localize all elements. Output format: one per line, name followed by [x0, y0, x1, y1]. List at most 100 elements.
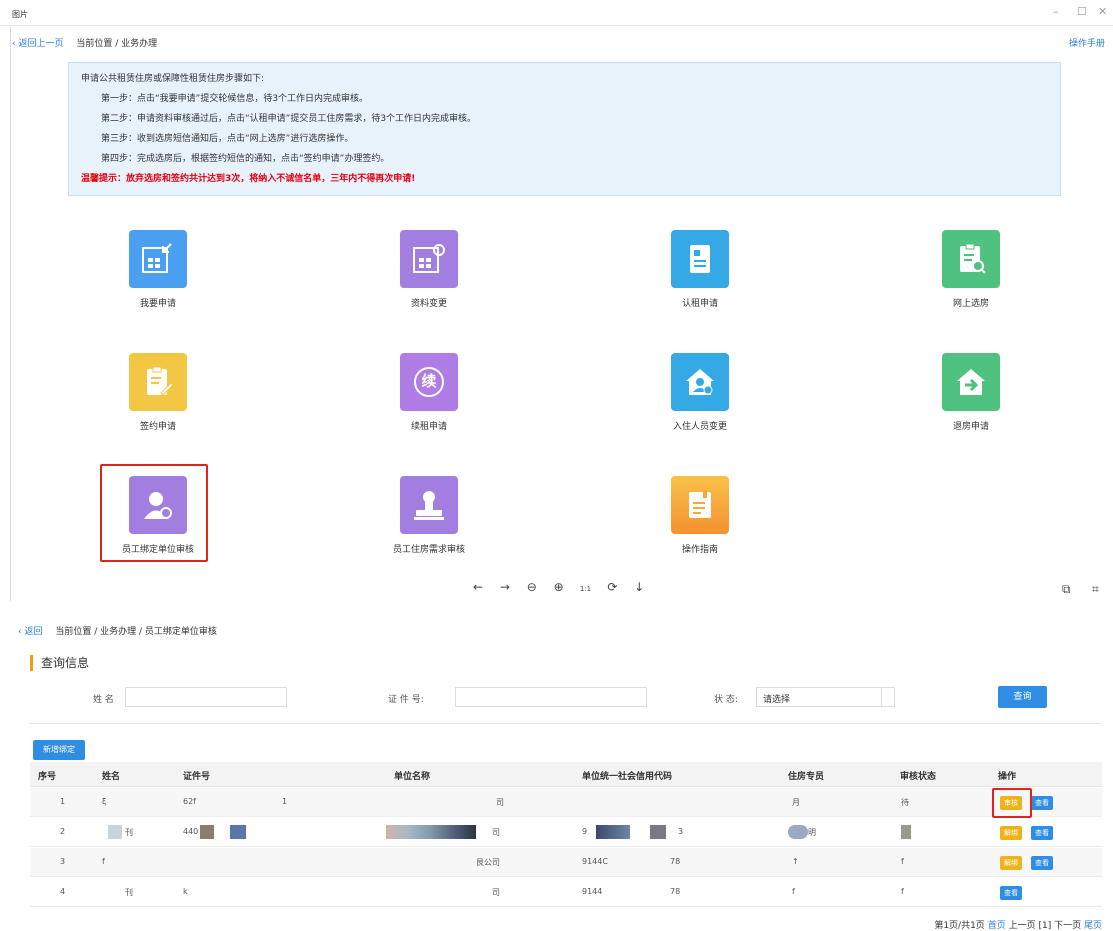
copy-icon[interactable]: ⧉ [1062, 582, 1071, 597]
tile-checkout[interactable]: 退房申请 [911, 353, 1031, 453]
tile-label: 续租申请 [410, 422, 447, 432]
notice-warning: 温馨提示：放弃选房和签约共计达到3次，将纳入不诚信名单，三年内不得再次申请! [81, 174, 416, 184]
viewer-toolbar: ← → ⊖ ⊕ 1:1 ⟳ ↓ [466, 580, 676, 604]
breadcrumb-path: 当前位置 / 业务办理 / 员工绑定单位审核 [55, 627, 217, 637]
cell-status: f [901, 857, 904, 866]
breadcrumb-path: 当前位置 / 业务办理 [76, 39, 158, 49]
title-bar: 图片 – ☐ ✕ [0, 0, 1113, 26]
cell-code-tail: 78 [670, 887, 681, 896]
id-input[interactable] [455, 687, 647, 707]
next-page-link[interactable]: 下一页 [1054, 921, 1081, 931]
pagination: 第1页/共1页 首页 上一页 [1] 下一页 尾页 [934, 918, 1102, 931]
search-button[interactable]: 查询 [998, 686, 1047, 708]
cell-unit: 司 [492, 828, 500, 837]
view-button[interactable]: 查看 [1000, 886, 1022, 900]
first-page-link[interactable]: 首页 [988, 921, 1006, 931]
redaction-blot [901, 825, 911, 839]
tile-rent-apply[interactable]: 认租申请 [640, 230, 760, 330]
cell-code-tail: 3 [678, 827, 684, 836]
renew-icon: 续 [400, 353, 458, 411]
rent-apply-icon [671, 230, 729, 288]
status-placeholder: 请选择 [763, 695, 791, 705]
name-label: 姓 名 [93, 695, 114, 705]
zoom-out-icon[interactable]: ⊖ [520, 580, 544, 594]
download-icon[interactable]: ↓ [627, 580, 651, 594]
divider [30, 723, 1102, 724]
table-row: 2 刊 440 司 9 3 明 解绑 查看 [30, 818, 1102, 847]
col-header: 操作 [998, 772, 1017, 782]
select-divider [881, 688, 882, 706]
col-header: 姓名 [102, 772, 121, 782]
zoom-in-icon[interactable]: ⊕ [547, 580, 571, 594]
unbind-button[interactable]: 解绑 [1000, 856, 1022, 870]
tile-label: 资料变更 [410, 299, 447, 309]
tile-label: 网上选房 [952, 299, 989, 309]
cell-no: 2 [60, 827, 66, 836]
view-button[interactable]: 查看 [1031, 796, 1053, 810]
back-link[interactable]: ‹ 返回 [18, 627, 42, 637]
tile-label: 入住人员变更 [672, 422, 727, 432]
actual-size-icon[interactable]: 1:1 [574, 585, 598, 593]
ocr-icon[interactable]: ⌗ [1092, 582, 1099, 597]
cell-code: 9144 [582, 887, 603, 896]
col-header: 住房专员 [788, 772, 825, 782]
tile-online-select[interactable]: 网上选房 [911, 230, 1031, 330]
tile-label: 退房申请 [952, 422, 989, 432]
cell-staff: 明 [808, 828, 816, 837]
next-arrow-icon[interactable]: → [493, 580, 517, 594]
renew-glyph: 续 [421, 372, 437, 390]
tile-label: 我要申请 [139, 299, 176, 309]
table-row: 1 ξ 62f 1 司 月 待 审核 查看 [30, 788, 1102, 817]
maximize-icon[interactable]: ☐ [1077, 5, 1087, 18]
name-input[interactable] [125, 687, 287, 707]
cell-no: 3 [60, 857, 66, 866]
table-header: 序号 姓名 证件号 单位名称 单位统一社会信用代码 住房专员 审核状态 操作 [30, 762, 1102, 787]
tile-guide[interactable]: 操作指南 [640, 476, 760, 576]
cell-code-tail: 78 [670, 857, 681, 866]
tile-label: 签约申请 [139, 422, 176, 432]
prev-arrow-icon[interactable]: ← [466, 580, 490, 594]
redaction-blot [200, 825, 214, 839]
breadcrumb: ‹ 返回 当前位置 / 业务办理 / 员工绑定单位审核 [18, 624, 217, 637]
rotate-icon[interactable]: ⟳ [600, 580, 624, 594]
tile-renew[interactable]: 续 续租申请 [369, 353, 489, 453]
minimize-icon[interactable]: – [1053, 5, 1059, 18]
view-button[interactable]: 查看 [1031, 856, 1053, 870]
tile-sign[interactable]: 签约申请 [98, 353, 218, 453]
cell-status: 待 [901, 798, 909, 807]
unbind-button[interactable]: 解绑 [1000, 826, 1022, 840]
tile-apply[interactable]: 我要申请 [98, 230, 218, 330]
close-icon[interactable]: ✕ [1098, 5, 1107, 18]
status-select[interactable]: 请选择 [756, 687, 895, 707]
current-page: [1] [1038, 921, 1052, 931]
col-header: 证件号 [183, 772, 211, 782]
query-section-title: 查询信息 [30, 655, 89, 671]
cell-name: 刊 [125, 888, 133, 897]
tile-data-change[interactable]: 资料变更 [369, 230, 489, 330]
add-binding-button[interactable]: 新增绑定 [33, 740, 85, 760]
view-button[interactable]: 查看 [1031, 826, 1053, 840]
manual-link[interactable]: 操作手册 [1069, 36, 1105, 49]
redaction-blot [230, 825, 246, 839]
cell-name: ξ [102, 797, 107, 806]
prev-page-link[interactable]: 上一页 [1009, 921, 1036, 931]
last-page-link[interactable]: 尾页 [1084, 921, 1102, 931]
cell-no: 1 [60, 797, 66, 806]
tile-resident-change[interactable]: 入住人员变更 [640, 353, 760, 453]
cell-unit: 艮公司 [476, 858, 500, 867]
tile-label: 员工住房需求审核 [392, 545, 465, 555]
cell-code: 9 [582, 827, 588, 836]
tile-label: 操作指南 [681, 545, 718, 555]
redaction-blot [596, 825, 630, 839]
cell-id-tail: 1 [282, 797, 288, 806]
tile-housing-demand[interactable]: 员工住房需求审核 [369, 476, 489, 576]
notice-step: 第一步：点击“我要申请”提交轮候信息，待3个工作日内完成审核。 [101, 94, 369, 104]
redaction-blot [788, 825, 808, 839]
back-link[interactable]: ‹ 返回上一页 [12, 39, 63, 49]
cell-name: 刊 [125, 828, 133, 837]
col-header: 序号 [38, 772, 57, 782]
cell-staff: f [792, 887, 795, 896]
cell-staff: ↑ [792, 857, 799, 866]
notice-step: 第四步：完成选房后，根据签约短信的通知，点击“签约申请”办理签约。 [101, 154, 390, 164]
id-label: 证 件 号: [388, 695, 424, 705]
